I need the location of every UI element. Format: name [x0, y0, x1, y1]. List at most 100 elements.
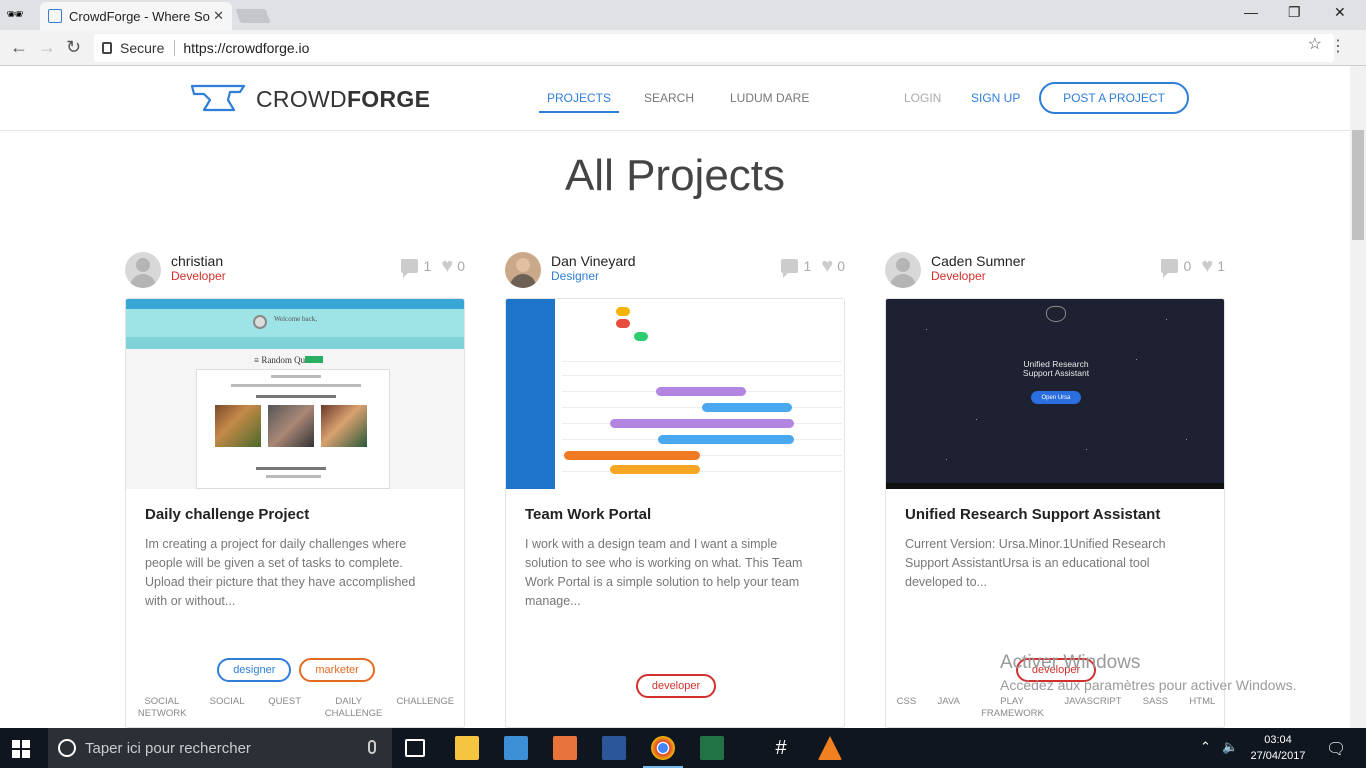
forward-icon[interactable]: →	[38, 37, 56, 58]
chrome-icon[interactable]	[643, 736, 683, 768]
lock-icon	[102, 42, 112, 54]
project-description: I work with a design team and I want a s…	[525, 537, 803, 608]
avatar[interactable]	[505, 252, 541, 288]
card-author[interactable]: Caden Sumner Developer 0 ♥ 1	[885, 252, 1225, 292]
word-icon[interactable]	[602, 736, 626, 760]
logo-text-light: CROWD	[256, 85, 347, 112]
media-player-icon[interactable]	[553, 736, 577, 760]
excel-icon[interactable]	[700, 736, 724, 760]
vlc-icon[interactable]	[818, 736, 842, 760]
nav-ludum-dare[interactable]: LUDUM DARE	[730, 91, 809, 105]
file-explorer-icon[interactable]	[455, 736, 479, 760]
nav-search[interactable]: SEARCH	[644, 91, 694, 105]
author-role: Developer	[171, 269, 226, 283]
microphone-icon[interactable]	[368, 740, 376, 754]
thumb-line2: Support Assistant	[1022, 368, 1090, 378]
tag-developer[interactable]: developer	[635, 674, 717, 698]
login-link[interactable]: LOGIN	[904, 91, 941, 105]
author-name[interactable]: Caden Sumner	[931, 253, 1025, 269]
card-author[interactable]: christian Developer 1 ♥ 0	[125, 252, 465, 292]
windows-start-icon[interactable]	[12, 740, 30, 758]
scrollbar-thumb[interactable]	[1352, 130, 1364, 240]
tray-arrow-icon[interactable]: ⌃	[1200, 739, 1211, 755]
menu-icon[interactable]: ⋮	[1330, 36, 1346, 56]
signup-link[interactable]: SIGN UP	[971, 91, 1020, 105]
bookmark-star-icon[interactable]: ☆	[1308, 34, 1322, 54]
maximize-icon[interactable]: ❐	[1288, 4, 1301, 21]
skill-item[interactable]: SOCIAL	[210, 696, 245, 720]
heart-icon[interactable]: ♥	[821, 256, 833, 276]
activation-watermark-text: Accédez aux paramètres pour activer Wind…	[1000, 677, 1297, 693]
address-bar[interactable]: Secure https://crowdforge.io	[94, 34, 1334, 62]
avatar[interactable]	[125, 252, 161, 288]
thumb-open-button: Open Ursa	[1031, 391, 1081, 404]
tab-close-icon[interactable]: ✕	[213, 8, 224, 24]
skill-item[interactable]: CSS	[897, 696, 917, 720]
browser-tab[interactable]: CrowdForge - Where So ✕	[40, 2, 232, 30]
author-role: Developer	[931, 269, 986, 283]
heart-icon[interactable]: ♥	[441, 256, 453, 276]
taskbar-search-placeholder: Taper ici pour rechercher	[85, 739, 251, 757]
logo-text-bold: FORGE	[346, 85, 431, 112]
taskbar-clock[interactable]: 03:04 27/04/2017	[1248, 732, 1308, 764]
task-view-icon[interactable]	[405, 739, 425, 757]
project-title[interactable]: Unified Research Support Assistant	[905, 506, 1160, 523]
site-logo[interactable]: CROWDFORGE	[190, 82, 430, 116]
skill-item[interactable]: JAVASCRIPT	[1064, 696, 1121, 720]
skill-item[interactable]: QUEST	[268, 696, 301, 720]
like-count: 0	[837, 258, 845, 274]
back-icon[interactable]: ←	[10, 37, 28, 58]
activation-watermark-title: Activer Windows	[1000, 652, 1141, 673]
author-name[interactable]: Dan Vineyard	[551, 253, 636, 269]
project-card[interactable]: Team Work Portal I work with a design te…	[505, 298, 845, 728]
skill-item[interactable]: SOCIAL NETWORK	[138, 696, 187, 720]
incognito-icon: 🕶	[6, 6, 24, 22]
comment-count: 0	[1183, 258, 1192, 274]
volume-icon[interactable]: 🔈	[1222, 739, 1238, 755]
page-scrollbar[interactable]	[1350, 66, 1366, 728]
window-close-icon[interactable]: ✕	[1334, 4, 1346, 21]
comment-count: 1	[423, 258, 432, 274]
project-title[interactable]: Team Work Portal	[525, 506, 651, 523]
slack-icon[interactable]: #	[769, 736, 793, 760]
project-thumbnail[interactable]: Welcome back, ≡ Random Quest -	[126, 299, 464, 489]
tag-marketer[interactable]: marketer	[299, 658, 375, 682]
secure-label: Secure	[120, 40, 165, 56]
reload-icon[interactable]: ↻	[66, 37, 81, 58]
browser-tab-strip: 🕶 CrowdForge - Where So ✕ — ❐ ✕	[0, 0, 1366, 30]
taskbar-search-box[interactable]: Taper ici pour rechercher	[48, 728, 392, 768]
comment-icon	[1160, 259, 1178, 278]
skill-item[interactable]: HTML	[1189, 696, 1215, 720]
project-description: Im creating a project for daily challeng…	[145, 537, 416, 608]
skill-item[interactable]: CHALLENGE	[397, 696, 455, 720]
browser-toolbar: ← → ↻ Secure https://crowdforge.io ☆ ⋮	[0, 30, 1366, 66]
card-author[interactable]: Dan Vineyard Designer 1 ♥ 0	[505, 252, 845, 292]
comment-count: 1	[803, 258, 812, 274]
skill-item[interactable]: DAILY CHALLENGE	[325, 696, 383, 720]
avatar[interactable]	[885, 252, 921, 288]
skills-list: SOCIAL NETWORK SOCIAL QUEST DAILY CHALLE…	[126, 696, 464, 720]
author-name[interactable]: christian	[171, 253, 223, 269]
project-title[interactable]: Daily challenge Project	[145, 506, 309, 523]
thumb-welcome-text: Welcome back,	[274, 315, 317, 323]
skill-item[interactable]: PLAY FRAMEWORK	[981, 696, 1044, 720]
project-description: Current Version: Ursa.Minor.1Unified Res…	[905, 537, 1166, 589]
new-tab-button[interactable]	[235, 9, 271, 23]
project-thumbnail[interactable]: Unified Research Support Assistant Open …	[886, 299, 1224, 489]
skill-item[interactable]: JAVA	[937, 696, 959, 720]
store-icon[interactable]	[504, 736, 528, 760]
avatar-icon	[253, 315, 267, 329]
clock-date: 27/04/2017	[1250, 750, 1306, 762]
notification-icon[interactable]: 🗨	[1326, 739, 1346, 759]
bear-logo-icon	[1046, 306, 1066, 322]
heart-icon[interactable]: ♥	[1201, 256, 1213, 276]
site-header: CROWDFORGE PROJECTS SEARCH LUDUM DARE LO…	[0, 66, 1350, 131]
project-thumbnail[interactable]	[506, 299, 844, 489]
minimize-icon[interactable]: —	[1244, 4, 1258, 20]
nav-projects[interactable]: PROJECTS	[538, 91, 620, 113]
url-text: https://crowdforge.io	[183, 40, 310, 56]
post-project-button[interactable]: POST A PROJECT	[1039, 82, 1189, 114]
tag-designer[interactable]: designer	[217, 658, 292, 682]
skill-item[interactable]: SASS	[1143, 696, 1168, 720]
project-card[interactable]: Welcome back, ≡ Random Quest - Daily cha…	[125, 298, 465, 728]
